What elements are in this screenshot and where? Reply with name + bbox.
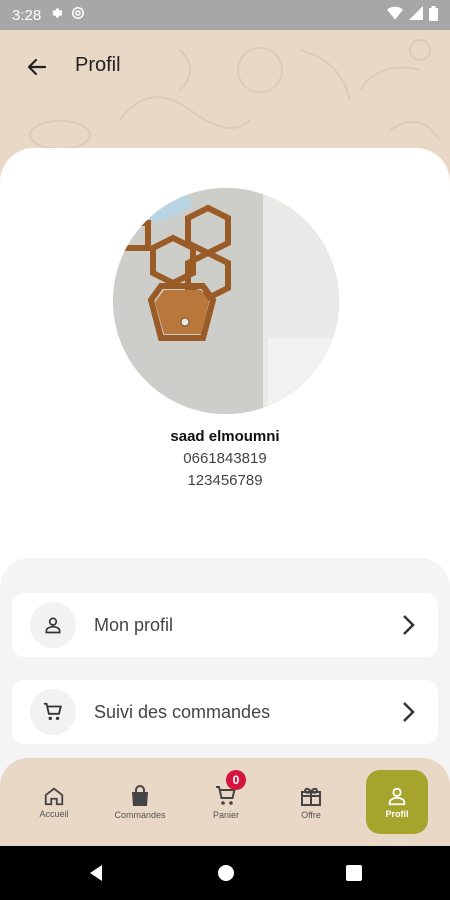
nav-item-accueil[interactable]: Accueil <box>22 770 86 834</box>
person-icon <box>30 602 76 648</box>
person-icon <box>388 787 406 806</box>
profile-card: saad elmoumni 0661843819 123456789 <box>0 148 450 618</box>
nav-label: Panier <box>212 810 239 820</box>
back-button[interactable] <box>22 52 52 82</box>
back-triangle-icon[interactable] <box>86 863 106 883</box>
cart-icon <box>30 689 76 735</box>
signal-icon <box>409 6 423 24</box>
user-phone: 0661843819 <box>183 450 267 467</box>
chevron-right-icon <box>402 701 416 723</box>
nav-label: Profil <box>385 809 409 819</box>
nav-item-panier[interactable]: Panier 0 <box>194 770 258 834</box>
gear-icon <box>49 6 63 24</box>
bottom-nav: Accueil Commandes Panier 0 Offre Profil <box>0 758 450 846</box>
chevron-right-icon <box>402 614 416 636</box>
menu-label: Mon profil <box>94 614 174 635</box>
user-name: saad elmoumni <box>170 428 280 445</box>
status-time: 3:28 <box>12 6 42 24</box>
menu-label: Suivi des commandes <box>94 701 271 722</box>
nav-label: Offre <box>301 810 321 820</box>
nav-label: Accueil <box>39 809 69 819</box>
cart-badge: 0 <box>226 770 246 790</box>
home-icon <box>44 787 64 806</box>
home-circle-icon[interactable] <box>216 863 236 883</box>
nav-item-profil[interactable]: Profil <box>366 770 428 834</box>
page-title: Profil <box>75 54 121 76</box>
menu-item-suivi-commandes[interactable]: Suivi des commandes <box>12 680 438 744</box>
nav-item-offre[interactable]: Offre <box>279 770 343 834</box>
system-nav-bar <box>0 846 450 900</box>
header-pattern <box>29 39 441 150</box>
menu-item-mon-profil[interactable]: Mon profil <box>12 593 438 657</box>
nav-label: Commandes <box>114 810 166 820</box>
menu-area: Mon profil Suivi des commandes <box>0 558 450 788</box>
gift-icon <box>301 787 321 806</box>
status-bar: 3:28 <box>0 0 450 30</box>
recents-square-icon[interactable] <box>344 863 364 883</box>
nav-item-commandes[interactable]: Commandes <box>108 770 172 834</box>
header: Profil <box>0 30 450 150</box>
bag-icon <box>132 785 148 806</box>
avatar[interactable] <box>113 188 339 414</box>
at-icon <box>71 6 85 24</box>
wifi-icon <box>387 6 403 24</box>
avatar-photo <box>113 188 339 414</box>
battery-icon <box>429 5 438 25</box>
user-code: 123456789 <box>187 472 263 489</box>
arrow-left-icon <box>27 58 47 76</box>
